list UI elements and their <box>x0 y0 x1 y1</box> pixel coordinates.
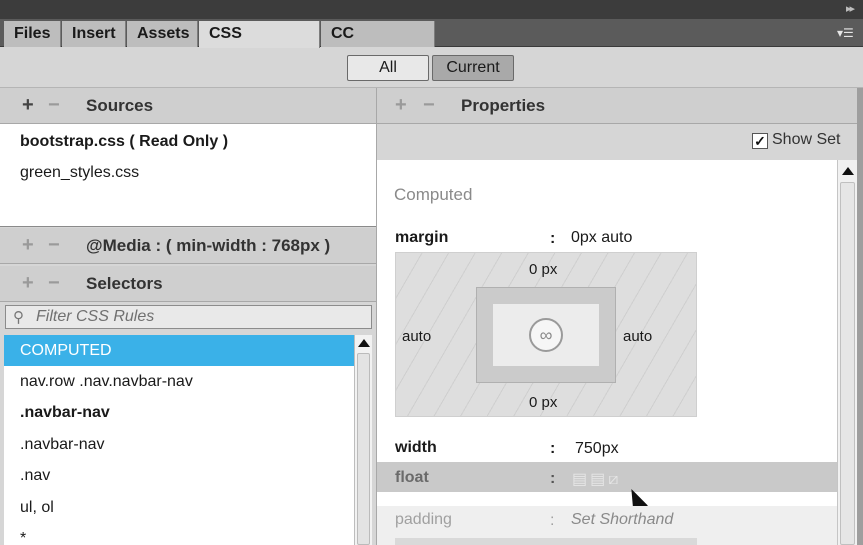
margin-colon: : <box>550 230 556 247</box>
margin-top-value[interactable]: 0 px <box>529 261 557 278</box>
current-button[interactable]: Current <box>432 55 514 81</box>
float-right-icon[interactable]: ▤ <box>590 471 608 488</box>
computed-label: Computed <box>394 185 473 204</box>
sources-header: + − Sources <box>0 88 376 124</box>
source-item[interactable]: bootstrap.css ( Read Only ) <box>20 133 228 151</box>
properties-header: + − Properties <box>377 88 863 124</box>
selector-item[interactable]: nav.row .nav.navbar-nav <box>4 366 354 397</box>
show-set-checkbox[interactable]: ✓ <box>752 133 768 149</box>
add-media-icon[interactable]: + <box>22 234 34 257</box>
show-set-toggle[interactable]: ✓ Show Set <box>752 131 840 149</box>
remove-source-icon[interactable]: − <box>48 94 60 117</box>
float-property-name: float <box>395 469 429 486</box>
selector-item-computed[interactable]: COMPUTED <box>4 335 354 366</box>
selector-item[interactable]: ul, ol <box>4 492 354 523</box>
margin-right-value[interactable]: auto <box>623 328 652 345</box>
remove-selector-icon[interactable]: − <box>48 272 60 295</box>
float-options[interactable]: ▤▤⧄ <box>572 469 621 489</box>
scope-toggle-bar: All Current <box>0 48 863 88</box>
remove-property-icon[interactable]: − <box>423 94 435 117</box>
collapse-panel-icon[interactable]: ▸▸ <box>846 2 855 15</box>
panel-tab-bar: Files Insert Assets CSS Designer CC Libr… <box>0 19 863 67</box>
selectors-scrollbar[interactable] <box>354 335 372 545</box>
sources-title: Sources <box>86 96 154 115</box>
scroll-thumb[interactable] <box>840 182 855 545</box>
margin-property-name: margin <box>395 229 449 246</box>
scroll-up-arrow-icon[interactable] <box>358 339 370 347</box>
media-header: + − @Media : ( min-width : 768px ) <box>0 228 376 264</box>
properties-title: Properties <box>461 96 546 115</box>
margin-bottom-value[interactable]: 0 px <box>529 394 557 411</box>
selectors-list: COMPUTED nav.row .nav.navbar-nav .navbar… <box>4 335 354 545</box>
add-source-icon[interactable]: + <box>22 94 34 117</box>
properties-scrollbar[interactable] <box>837 160 857 545</box>
link-icon[interactable]: ∞ <box>529 318 563 352</box>
margin-left-value[interactable]: auto <box>402 328 431 345</box>
tab-css-designer[interactable]: CSS Designer <box>199 21 320 67</box>
margin-value[interactable]: 0px auto <box>571 229 632 247</box>
selectors-title: Selectors <box>86 274 163 293</box>
scroll-up-arrow-icon[interactable] <box>842 167 854 175</box>
panel-menu-icon[interactable]: ▾☰ <box>837 25 854 41</box>
tab-cc-libraries[interactable]: CC Libraries <box>321 21 435 67</box>
float-colon: : <box>550 470 556 487</box>
selector-item[interactable]: .navbar-nav <box>4 429 354 460</box>
source-item[interactable]: green_styles.css <box>20 164 139 182</box>
tab-insert[interactable]: Insert <box>62 21 126 47</box>
all-button[interactable]: All <box>347 55 429 81</box>
selector-item[interactable]: .nav <box>4 460 354 491</box>
width-colon: : <box>550 440 556 457</box>
sources-list: bootstrap.css ( Read Only ) green_styles… <box>0 124 376 227</box>
add-selector-icon[interactable]: + <box>22 272 34 295</box>
filter-css-rules[interactable]: ⚲ <box>5 305 372 329</box>
tab-assets[interactable]: Assets <box>127 21 198 47</box>
show-set-label: Show Set <box>772 131 841 148</box>
width-value[interactable]: 750px <box>575 440 619 458</box>
padding-colon: : <box>550 512 555 529</box>
selectors-header: + − Selectors <box>0 266 376 302</box>
float-none-icon[interactable]: ⧄ <box>608 471 621 488</box>
add-property-icon[interactable]: + <box>395 94 407 117</box>
width-property-name: width <box>395 439 437 456</box>
selector-item[interactable]: * <box>4 523 354 545</box>
search-icon: ⚲ <box>13 309 24 326</box>
padding-shorthand-value[interactable]: Set Shorthand <box>571 511 673 529</box>
float-left-icon[interactable]: ▤ <box>572 471 590 488</box>
selector-item[interactable]: .navbar-nav <box>4 397 354 428</box>
tab-files[interactable]: Files <box>4 21 61 47</box>
padding-property-name: padding <box>395 511 452 528</box>
panel-title-bar: ▸▸ <box>0 0 863 19</box>
panel-edge <box>857 88 863 545</box>
remove-media-icon[interactable]: − <box>48 234 60 257</box>
media-title: @Media : ( min-width : 768px ) <box>86 236 331 255</box>
scroll-thumb[interactable] <box>357 353 370 545</box>
padding-box-model <box>395 538 697 545</box>
filter-css-rules-input[interactable] <box>36 308 356 326</box>
